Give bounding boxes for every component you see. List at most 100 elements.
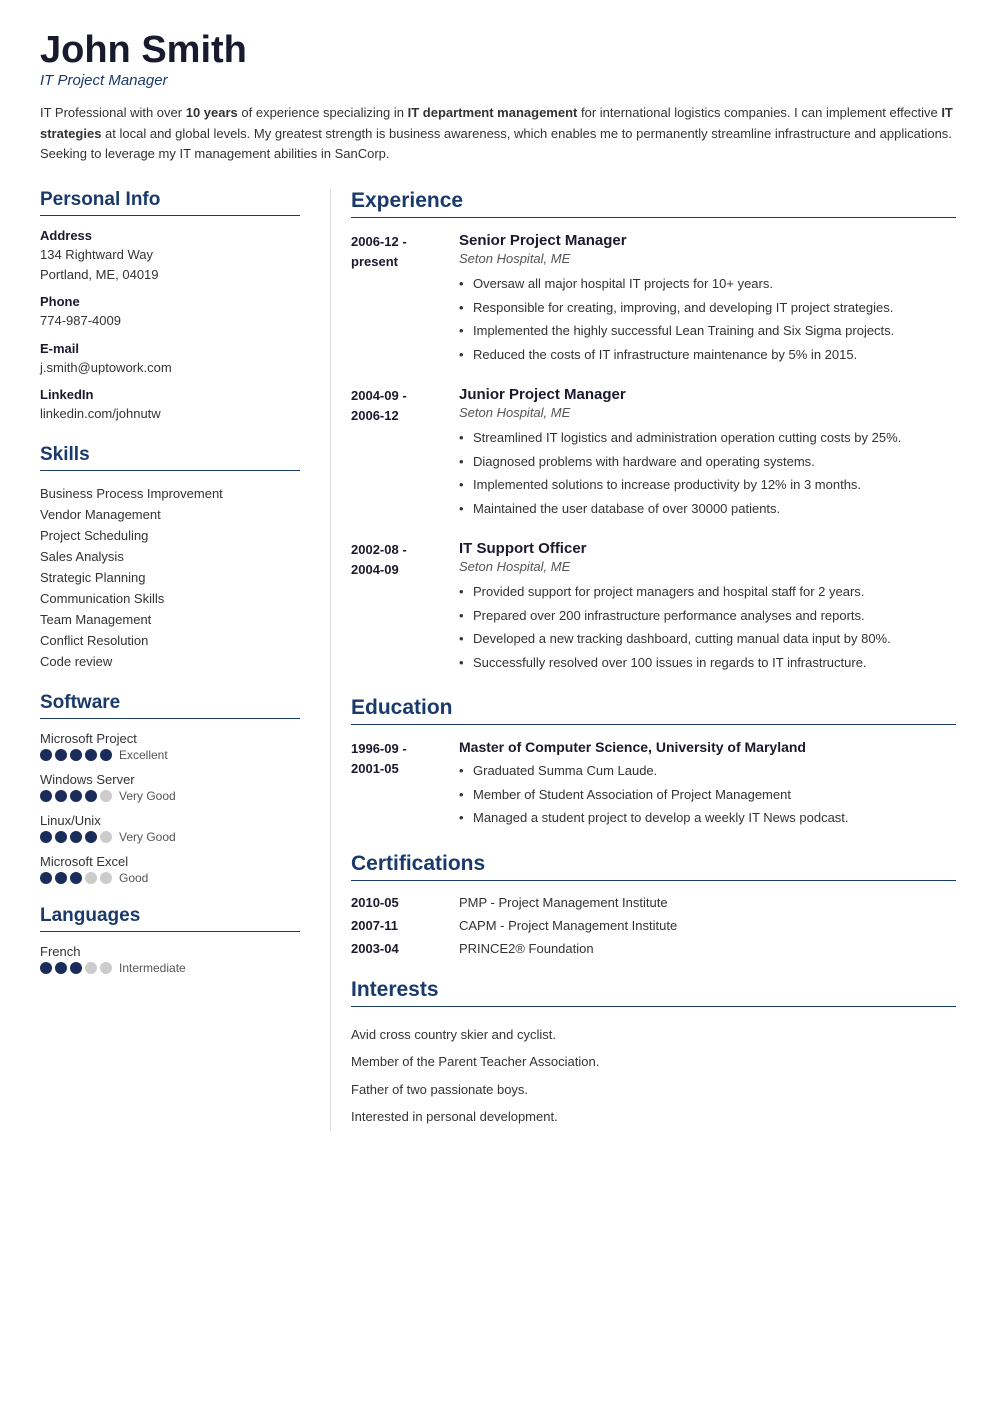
- list-item: Managed a student project to develop a w…: [459, 806, 956, 830]
- cert-name: PRINCE2® Foundation: [459, 941, 594, 956]
- dot-filled: [70, 872, 82, 884]
- bullets-list: Streamlined IT logistics and administrat…: [459, 426, 956, 520]
- dot-empty: [100, 962, 112, 974]
- dot-filled: [40, 790, 52, 802]
- address-block: Address 134 Rightward Way Portland, ME, …: [40, 228, 300, 284]
- list-item: Responsible for creating, improving, and…: [459, 296, 956, 320]
- job-title: Junior Project Manager: [459, 386, 956, 403]
- edu-degree: Master of Computer Science, University o…: [459, 739, 956, 755]
- dot-filled: [70, 831, 82, 843]
- list-item: Provided support for project managers an…: [459, 580, 956, 604]
- skills-heading: Skills: [40, 444, 300, 471]
- dot-filled: [40, 831, 52, 843]
- date-end: 2006-12: [351, 408, 399, 423]
- dot-filled: [55, 749, 67, 761]
- dots-row: Very Good: [40, 830, 300, 844]
- dots-row: Intermediate: [40, 961, 300, 975]
- cert-date: 2007-11: [351, 918, 441, 933]
- education-item: 1996-09 - 2001-05 Master of Computer Sci…: [351, 739, 956, 830]
- address-line2: Portland, ME, 04019: [40, 265, 300, 285]
- skills-list: Business Process Improvement Vendor Mana…: [40, 483, 300, 672]
- dot-filled: [40, 872, 52, 884]
- dot-label: Good: [119, 871, 148, 885]
- dot-label: Excellent: [119, 748, 168, 762]
- date-end: 2001-05: [351, 761, 399, 776]
- phone-label: Phone: [40, 294, 300, 309]
- dot-filled: [85, 831, 97, 843]
- bullets-list: Oversaw all major hospital IT projects f…: [459, 272, 956, 366]
- date-start: 2002-08 -: [351, 542, 407, 557]
- linkedin-block: LinkedIn linkedin.com/johnutw: [40, 387, 300, 424]
- dot-filled: [40, 962, 52, 974]
- list-item: Oversaw all major hospital IT projects f…: [459, 272, 956, 296]
- software-name: Windows Server: [40, 772, 300, 787]
- phone-block: Phone 774-987-4009: [40, 294, 300, 331]
- dot-filled: [55, 790, 67, 802]
- dot-filled: [85, 749, 97, 761]
- dot-filled: [85, 790, 97, 802]
- dot-filled: [70, 749, 82, 761]
- date-start: 2004-09 -: [351, 388, 407, 403]
- interests-list: Avid cross country skier and cyclist. Me…: [351, 1021, 956, 1131]
- list-item: Vendor Management: [40, 504, 300, 525]
- dot-filled: [70, 790, 82, 802]
- dot-filled: [100, 749, 112, 761]
- list-item: Implemented the highly successful Lean T…: [459, 319, 956, 343]
- software-heading: Software: [40, 692, 300, 719]
- list-item: Business Process Improvement: [40, 483, 300, 504]
- exp-dates: 2002-08 - 2004-09: [351, 540, 441, 674]
- education-heading: Education: [351, 696, 956, 725]
- list-item: Conflict Resolution: [40, 630, 300, 651]
- dot-filled: [70, 962, 82, 974]
- exp-details: Junior Project Manager Seton Hospital, M…: [459, 386, 956, 520]
- list-item: Avid cross country skier and cyclist.: [351, 1021, 956, 1049]
- linkedin-label: LinkedIn: [40, 387, 300, 402]
- cert-name: CAPM - Project Management Institute: [459, 918, 677, 933]
- list-item: Father of two passionate boys.: [351, 1076, 956, 1104]
- list-item: Project Scheduling: [40, 525, 300, 546]
- list-item: Team Management: [40, 609, 300, 630]
- list-item: Developed a new tracking dashboard, cutt…: [459, 627, 956, 651]
- interests-heading: Interests: [351, 978, 956, 1007]
- date-end: present: [351, 254, 398, 269]
- software-name: Microsoft Excel: [40, 854, 300, 869]
- list-item: Maintained the user database of over 300…: [459, 497, 956, 521]
- list-item: Prepared over 200 infrastructure perform…: [459, 604, 956, 628]
- languages-heading: Languages: [40, 905, 300, 932]
- dot-empty: [100, 872, 112, 884]
- linkedin-value: linkedin.com/johnutw: [40, 404, 300, 424]
- main-layout: Personal Info Address 134 Rightward Way …: [40, 189, 956, 1131]
- experience-item: 2004-09 - 2006-12 Junior Project Manager…: [351, 386, 956, 520]
- list-item: Streamlined IT logistics and administrat…: [459, 426, 956, 450]
- exp-dates: 2004-09 - 2006-12: [351, 386, 441, 520]
- exp-dates: 2006-12 - present: [351, 232, 441, 366]
- dot-empty: [100, 831, 112, 843]
- dot-label: Intermediate: [119, 961, 186, 975]
- list-item: Member of the Parent Teacher Association…: [351, 1048, 956, 1076]
- summary-text: IT Professional with over 10 years of ex…: [40, 103, 956, 165]
- edu-bullets: Graduated Summa Cum Laude. Member of Stu…: [459, 759, 956, 830]
- cert-item: 2010-05 PMP - Project Management Institu…: [351, 895, 956, 910]
- company: Seton Hospital, ME: [459, 559, 956, 574]
- software-name: Linux/Unix: [40, 813, 300, 828]
- email-label: E-mail: [40, 341, 300, 356]
- list-item: Member of Student Association of Project…: [459, 783, 956, 807]
- language-name: French: [40, 944, 300, 959]
- language-item: French Intermediate: [40, 944, 300, 975]
- dots-row: Excellent: [40, 748, 300, 762]
- date-end: 2004-09: [351, 562, 399, 577]
- cert-item: 2007-11 CAPM - Project Management Instit…: [351, 918, 956, 933]
- software-item: Linux/Unix Very Good: [40, 813, 300, 844]
- email-block: E-mail j.smith@uptowork.com: [40, 341, 300, 378]
- dot-filled: [55, 872, 67, 884]
- list-item: Successfully resolved over 100 issues in…: [459, 651, 956, 675]
- list-item: Code review: [40, 651, 300, 672]
- dot-filled: [40, 749, 52, 761]
- dots-row: Very Good: [40, 789, 300, 803]
- experience-heading: Experience: [351, 189, 956, 218]
- software-name: Microsoft Project: [40, 731, 300, 746]
- company: Seton Hospital, ME: [459, 405, 956, 420]
- list-item: Diagnosed problems with hardware and ope…: [459, 450, 956, 474]
- address-line1: 134 Rightward Way: [40, 245, 300, 265]
- exp-details: IT Support Officer Seton Hospital, ME Pr…: [459, 540, 956, 674]
